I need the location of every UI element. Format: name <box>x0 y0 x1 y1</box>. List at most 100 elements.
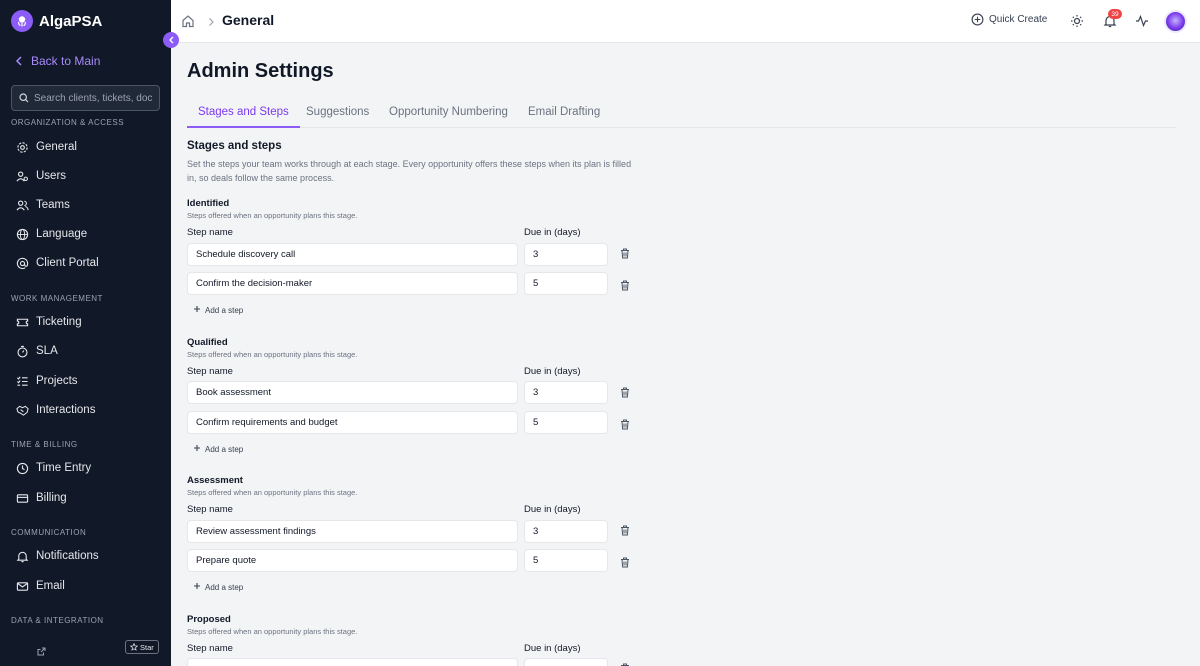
due-days-label: Due in (days) <box>524 366 581 377</box>
sidebar-item-ticketing[interactable]: Ticketing <box>16 313 82 331</box>
add-step-label: Add a step <box>205 444 244 454</box>
sidebar-item-general[interactable]: General <box>16 138 77 156</box>
stage-title: Qualified <box>187 337 228 348</box>
stage-title: Proposed <box>187 614 231 625</box>
section-description: Set the steps your team works through at… <box>187 159 632 183</box>
sidebar-item-projects[interactable]: Projects <box>16 372 78 390</box>
due-days-field[interactable]: 3 <box>524 243 608 266</box>
add-step-button[interactable]: Add a step <box>193 305 243 315</box>
sidebar-item-label: General <box>36 141 77 153</box>
sidebar-item-email[interactable]: Email <box>16 577 65 595</box>
step-name-field[interactable]: Review assessment findings <box>187 520 518 543</box>
sidebar-item-label: Language <box>36 228 88 240</box>
tab-opportunity-numbering[interactable]: Opportunity Numbering <box>389 106 508 128</box>
step-name-field[interactable]: Confirm requirements and budget <box>187 411 518 434</box>
sun-icon[interactable] <box>1070 14 1084 33</box>
sidebar-item-label: Client Portal <box>36 257 99 269</box>
star-label: Star <box>140 642 154 652</box>
step-name-field[interactable] <box>187 658 518 666</box>
sidebar-item-sla[interactable]: SLA <box>16 342 58 360</box>
add-step-button[interactable]: Add a step <box>193 444 243 454</box>
section-title: Stages and steps <box>187 140 282 152</box>
top-header: General Quick Create 39 <box>171 0 1200 43</box>
sidebar-item-teams[interactable]: Teams <box>16 196 70 214</box>
tab-suggestions[interactable]: Suggestions <box>306 106 369 128</box>
sidebar-item-users[interactable]: Users <box>16 167 66 185</box>
sidebar-item-billing[interactable]: Billing <box>16 489 67 507</box>
tab-stages-and-steps[interactable]: Stages and Steps <box>187 106 300 128</box>
page-title: Admin Settings <box>187 60 334 82</box>
due-days-field[interactable] <box>524 658 608 666</box>
breadcrumb-current: General <box>222 12 275 28</box>
sidebar-collapse-button[interactable] <box>163 32 179 48</box>
section-label-time-billing: TIME & BILLING <box>11 440 78 449</box>
sidebar-item-notifications[interactable]: Notifications <box>16 547 99 565</box>
chevron-right-icon <box>207 15 215 33</box>
sidebar-item-label: Billing <box>36 492 67 504</box>
sidebar-item-label: Projects <box>36 375 78 387</box>
sidebar-item-interactions[interactable]: Interactions <box>16 401 95 419</box>
due-days-field[interactable]: 5 <box>524 411 608 434</box>
activity-icon[interactable] <box>1135 14 1149 33</box>
at-icon <box>16 257 29 269</box>
mail-icon <box>16 581 29 591</box>
add-step-label: Add a step <box>205 582 244 592</box>
home-icon[interactable] <box>181 14 195 33</box>
trash-icon[interactable] <box>620 278 630 296</box>
search-input[interactable] <box>34 92 156 104</box>
bell-icon <box>16 551 29 562</box>
star-button[interactable]: Star <box>125 640 159 654</box>
gear-icon <box>17 141 28 153</box>
step-name-field[interactable]: Schedule discovery call <box>187 243 518 266</box>
quick-create-button[interactable]: Quick Create <box>971 13 1047 26</box>
section-label-data-integration: DATA & INTEGRATION <box>11 616 104 625</box>
search-icon <box>19 93 29 103</box>
notification-count-badge: 39 <box>1108 9 1122 19</box>
back-to-main-link[interactable]: Back to Main <box>15 54 100 68</box>
plus-circle-icon <box>971 13 984 26</box>
trash-icon[interactable] <box>620 523 630 541</box>
tab-email-drafting[interactable]: Email Drafting <box>528 106 600 128</box>
timer-icon <box>17 345 28 357</box>
trash-icon[interactable] <box>620 417 630 435</box>
section-label-organization: ORGANIZATION & ACCESS <box>11 118 125 127</box>
step-name-field[interactable]: Prepare quote <box>187 549 518 572</box>
external-link-icon[interactable] <box>37 643 46 661</box>
sidebar-item-client-portal[interactable]: Client Portal <box>16 254 99 272</box>
trash-icon[interactable] <box>620 661 630 666</box>
sidebar-item-label: Users <box>36 170 67 182</box>
due-days-field[interactable]: 5 <box>524 272 608 295</box>
stage-title: Identified <box>187 198 230 209</box>
stage-description: Steps offered when an opportunity plans … <box>187 627 358 636</box>
trash-icon[interactable] <box>620 555 630 573</box>
user-avatar[interactable] <box>1164 10 1187 33</box>
teams-icon <box>16 199 29 211</box>
section-label-communication: COMMUNICATION <box>11 528 87 537</box>
credit-card-icon <box>16 493 29 503</box>
sidebar-item-label: SLA <box>36 345 58 357</box>
section-label-work-management: WORK MANAGEMENT <box>11 294 103 303</box>
ticket-icon <box>16 318 29 326</box>
sidebar-item-label: Teams <box>36 199 70 211</box>
sidebar-search[interactable] <box>11 85 160 111</box>
step-name-field[interactable]: Confirm the decision-maker <box>187 272 518 295</box>
due-days-field[interactable]: 5 <box>524 549 608 572</box>
stage-description: Steps offered when an opportunity plans … <box>187 488 358 497</box>
add-step-label: Add a step <box>205 305 244 315</box>
sidebar-item-label: Ticketing <box>36 316 82 328</box>
step-name-field[interactable]: Book assessment <box>187 381 518 404</box>
stage-description: Steps offered when an opportunity plans … <box>187 350 358 359</box>
trash-icon[interactable] <box>620 246 630 264</box>
handshake-icon <box>16 405 29 416</box>
brand[interactable]: AlgaPSA <box>11 10 102 32</box>
sidebar-item-label: Interactions <box>36 404 96 416</box>
due-days-label: Due in (days) <box>524 227 581 238</box>
sidebar-item-language[interactable]: Language <box>16 225 87 243</box>
brand-logo-icon <box>11 10 33 32</box>
due-days-field[interactable]: 3 <box>524 381 608 404</box>
trash-icon[interactable] <box>620 385 630 403</box>
globe-icon <box>16 228 29 240</box>
sidebar-item-time-entry[interactable]: Time Entry <box>16 459 91 477</box>
due-days-field[interactable]: 3 <box>524 520 608 543</box>
add-step-button[interactable]: Add a step <box>193 582 243 592</box>
